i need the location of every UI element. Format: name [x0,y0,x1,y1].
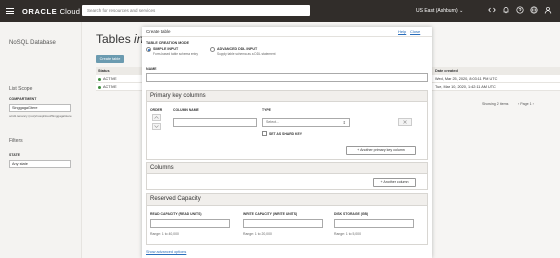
select-arrows-icon: ⇕ [342,120,346,125]
filters-heading: Filters [9,138,23,144]
chevron-down-icon: ⌄ [459,8,464,14]
search-placeholder: Search for resources and services [87,8,156,13]
create-table-dialog: Create table Help Close TABLE CREATION M… [142,27,432,258]
active-status-dot [98,85,101,89]
shard-key-label: SET AS SHARD KEY [269,132,303,136]
columns-section: Columns + Another column [146,162,428,190]
status-column-header[interactable]: Status [96,67,142,75]
column-name-input[interactable] [173,118,257,127]
oracle-cloud-logo[interactable]: ORACLE Cloud [22,7,80,16]
items-count: Showing 2 items [482,102,509,106]
help-link[interactable]: Help [398,29,406,34]
code-editor-icon[interactable] [488,6,496,14]
top-bar: ORACLE Cloud Search for resources and se… [0,0,560,22]
table-row-date: Wed, Mar 25, 2020, 8:03:11 PM UTC [432,75,560,83]
order-label: ORDER [150,108,163,112]
table-name-label: NAME [146,67,157,71]
advanced-ddl-radio[interactable] [210,47,215,52]
columns-heading: Columns [147,163,427,174]
reserved-capacity-section: Reserved Capacity READ CAPACITY (READ UN… [146,193,428,245]
advanced-ddl-description: Supply table schema as a DDL statement [217,52,276,56]
remove-column-button[interactable] [398,118,412,126]
add-column-button[interactable]: + Another column [373,178,416,187]
state-label: STATE [9,153,20,157]
primary-key-heading: Primary key columns [147,91,427,102]
advanced-ddl-label: ADVANCED DDL INPUT [217,47,258,51]
simple-input-label: SIMPLE INPUT [153,47,179,51]
region-selector[interactable]: US East (Ashburn) ⌄ [416,8,463,14]
list-scope-heading: List Scope [9,86,33,92]
disk-storage-input[interactable] [334,219,414,228]
reserved-capacity-heading: Reserved Capacity [147,194,427,206]
type-label: TYPE [262,108,271,112]
globe-icon[interactable] [530,6,538,14]
disk-storage-label: DISK STORAGE (GB) [334,212,369,216]
type-select[interactable]: Select... ⇕ [262,118,350,127]
move-up-button[interactable] [152,114,161,121]
table-row-date: Tue, Mar 10, 2020, 1:42:11 AM UTC [432,83,560,91]
divider [142,36,432,37]
write-capacity-label: WRITE CAPACITY (WRITE UNITS) [243,212,298,216]
compartment-label: COMPARTMENT [9,97,37,101]
nav-title: NoSQL Database [9,40,56,46]
table-row-status[interactable]: ACTIVE [96,75,142,83]
disk-storage-range: Range: 1 to 5,000 [334,232,361,236]
read-capacity-label: READ CAPACITY (READ UNITS) [150,212,202,216]
pagination[interactable]: ‹ Page 1 › [518,102,534,106]
primary-key-section: Primary key columns ORDER COLUMN NAME TY… [146,90,428,160]
table-name-input[interactable] [146,73,428,82]
active-status-dot [98,77,101,81]
hamburger-menu-icon[interactable] [6,8,14,14]
left-sidebar: NoSQL Database List Scope COMPARTMENT Si… [0,22,82,258]
compartment-path: ocid1.tenancy (root)/nosqlcloud/Singgaga… [9,114,72,118]
read-capacity-range: Range: 1 to 40,000 [150,232,179,236]
bell-icon[interactable] [502,6,510,14]
state-select[interactable]: Any state [9,160,71,168]
user-profile-icon[interactable] [544,6,552,14]
close-link[interactable]: Close [410,29,420,34]
help-icon[interactable] [516,6,524,14]
create-table-button[interactable]: Create table [96,55,124,63]
compartment-select[interactable]: SinggagaGtere [9,104,71,112]
write-capacity-input[interactable] [243,219,323,228]
show-advanced-options-link[interactable]: Show advanced options [146,250,186,254]
move-down-button[interactable] [152,123,161,130]
date-created-column-header[interactable]: Date created [432,67,560,75]
write-capacity-range: Range: 1 to 20,000 [243,232,272,236]
column-name-label: COLUMN NAME [173,108,199,112]
creation-mode-label: TABLE CREATION MODE [146,41,189,45]
shard-key-checkbox[interactable] [262,131,267,136]
simple-input-radio[interactable] [146,47,151,52]
table-row-status[interactable]: ACTIVE [96,83,142,91]
add-primary-key-column-button[interactable]: + Another primary key column [346,146,416,155]
read-capacity-input[interactable] [150,219,230,228]
dialog-title: Create table [146,29,171,34]
global-search-input[interactable]: Search for resources and services [82,5,310,16]
simple-input-description: Form-based table schema entry [153,52,198,56]
